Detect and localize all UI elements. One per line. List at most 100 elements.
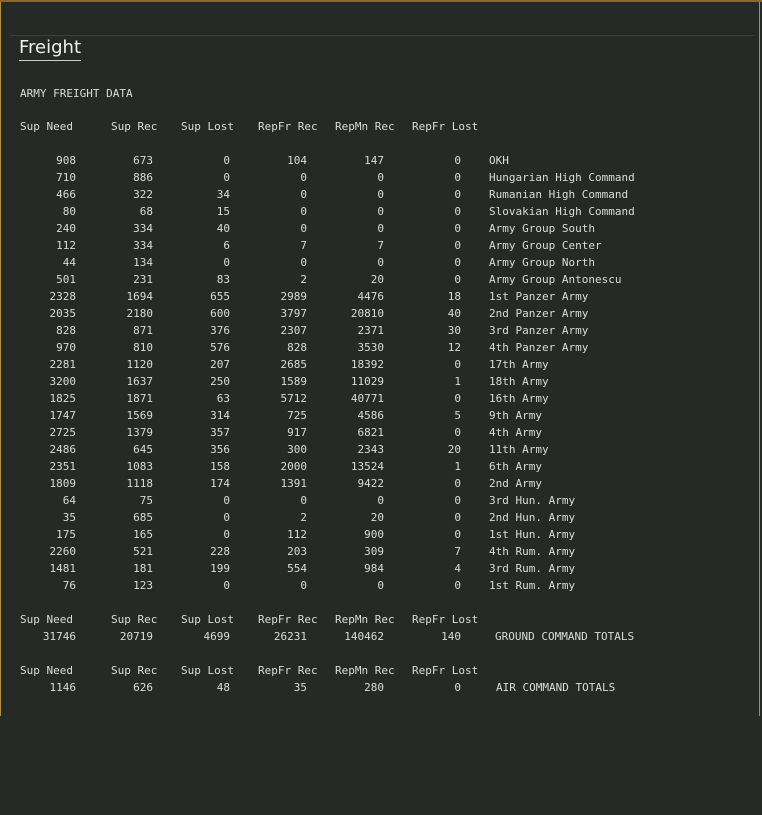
cell-sup-lost: 0 [223,154,230,167]
cell-command-name: 1st Rum. Army [489,579,576,592]
cell-sup-rec: 123 [133,579,153,592]
cell-sup-need: 80 [62,205,76,218]
col-header-sup-lost: Sup Lost [181,120,234,133]
cell-sup-rec: 2180 [126,307,154,320]
cell-repfr-rec: 1589 [280,375,308,388]
cell-repfr-rec: 0 [300,222,307,235]
report-subtitle: ARMY FREIGHT DATA [20,87,133,100]
cell-repfr-rec: 300 [287,443,307,456]
cell-sup-need: 466 [56,188,76,201]
col-header-sup-lost: Sup Lost [181,613,234,626]
cell-repfr-rec: 0 [300,188,307,201]
cell-command-name: Army Group Center [489,239,602,252]
cell-sup-need: 31746 [42,630,76,643]
table-row: 112 334 6 7 7 0 Army Group Center [0,237,762,254]
cell-repmn-rec: 900 [364,528,384,541]
cell-repfr-lost: 0 [454,681,461,694]
cell-sup-need: 2035 [49,307,77,320]
cell-repmn-rec: 0 [377,222,384,235]
table-row: 2351 1083 158 2000 13524 1 6th Army [0,458,762,475]
cell-repmn-rec: 309 [364,545,384,558]
cell-sup-lost: 250 [210,375,230,388]
table-row: 2281 1120 207 2685 18392 0 17th Army [0,356,762,373]
cell-command-name: 4th Rum. Army [489,545,576,558]
cell-command-name: 2nd Panzer Army [489,307,589,320]
cell-repfr-rec: 0 [300,579,307,592]
col-header-repfr-lost: RepFr Lost [412,120,479,133]
cell-repfr-rec: 1391 [280,477,308,490]
cell-repfr-lost: 7 [454,545,461,558]
cell-sup-need: 64 [62,494,76,507]
cell-repfr-lost: 0 [454,579,461,592]
cell-repfr-rec: 917 [287,426,307,439]
col-header-sup-need: Sup Need [20,120,73,133]
cell-sup-rec: 645 [133,443,153,456]
cell-sup-lost: 0 [223,528,230,541]
cell-repfr-lost: 0 [454,188,461,201]
cell-repfr-lost: 0 [454,494,461,507]
cell-sup-rec: 1379 [126,426,154,439]
cell-sup-need: 175 [56,528,76,541]
cell-repmn-rec: 280 [364,681,384,694]
cell-sup-need: 828 [56,324,76,337]
cell-repfr-lost: 1 [454,460,461,473]
cell-sup-lost: 63 [216,392,230,405]
cell-repmn-rec: 0 [377,171,384,184]
cell-sup-rec: 134 [133,256,153,269]
cell-repfr-rec: 104 [287,154,307,167]
table-row: 1825 1871 63 5712 40771 0 16th Army [0,390,762,407]
cell-repfr-rec: 828 [287,341,307,354]
cell-sup-lost: 40 [216,222,230,235]
cell-sup-rec: 1120 [126,358,154,371]
cell-sup-need: 112 [56,239,76,252]
cell-sup-lost: 0 [223,494,230,507]
cell-repmn-rec: 0 [377,256,384,269]
cell-repmn-rec: 4586 [357,409,385,422]
cell-repfr-lost: 0 [454,511,461,524]
cell-repfr-rec: 5712 [280,392,308,405]
cell-command-name: Hungarian High Command [489,171,635,184]
cell-sup-lost: 83 [216,273,230,286]
cell-sup-lost: 376 [210,324,230,337]
cell-sup-rec: 1637 [126,375,154,388]
cell-repfr-rec: 2 [300,511,307,524]
cell-sup-need: 44 [62,256,76,269]
cell-sup-lost: 655 [210,290,230,303]
cell-sup-rec: 165 [133,528,153,541]
cell-repfr-rec: 0 [300,256,307,269]
table-row: 466 322 34 0 0 0 Rumanian High Command [0,186,762,203]
cell-sup-need: 908 [56,154,76,167]
cell-command-name: Army Group South [489,222,595,235]
cell-sup-rec: 20719 [119,630,153,643]
table-row: 1481 181 199 554 984 4 3rd Rum. Army [0,560,762,577]
cell-command-name: 1st Panzer Army [489,290,589,303]
cell-repfr-rec: 3797 [280,307,308,320]
cell-repfr-lost: 0 [454,273,461,286]
col-header-sup-rec: Sup Rec [111,120,158,133]
cell-repfr-lost: 140 [441,630,461,643]
col-header-repmn-rec: RepMn Rec [335,613,395,626]
cell-command-name: Rumanian High Command [489,188,629,201]
cell-sup-rec: 1569 [126,409,154,422]
cell-repfr-rec: 2307 [280,324,308,337]
cell-sup-lost: 0 [223,511,230,524]
cell-repmn-rec: 9422 [357,477,385,490]
cell-repfr-lost: 20 [447,443,461,456]
cell-sup-need: 76 [62,579,76,592]
cell-sup-lost: 15 [216,205,230,218]
cell-sup-rec: 626 [133,681,153,694]
cell-command-name: 2nd Hun. Army [489,511,576,524]
table-row: 2035 2180 600 3797 20810 40 2nd Panzer Army [0,305,762,322]
top-border [0,0,762,2]
cell-sup-need: 2328 [49,290,77,303]
cell-repfr-rec: 26231 [273,630,307,643]
cell-repfr-rec: 203 [287,545,307,558]
cell-sup-need: 2351 [49,460,77,473]
cell-command-name: 1st Hun. Army [489,528,576,541]
cell-command-name: 11th Army [489,443,549,456]
cell-repfr-lost: 0 [454,171,461,184]
table-row: 970 810 576 828 3530 12 4th Panzer Army [0,339,762,356]
cell-command-name: Slovakian High Command [489,205,635,218]
cell-sup-rec: 181 [133,562,153,575]
cell-command-name: 9th Army [489,409,542,422]
